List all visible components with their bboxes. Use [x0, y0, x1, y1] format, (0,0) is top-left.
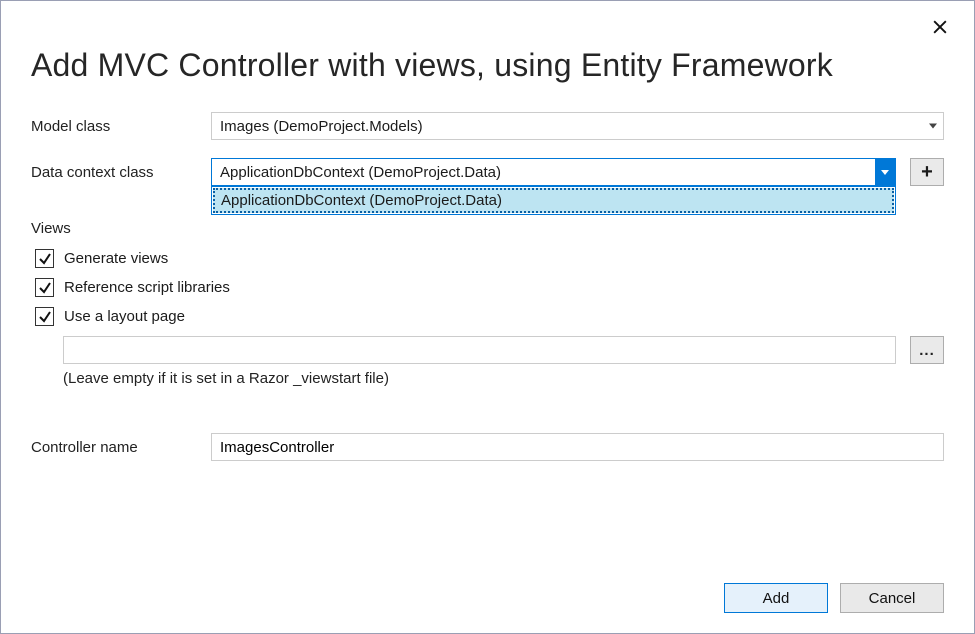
ellipsis-icon: ... — [919, 342, 935, 359]
cancel-button[interactable]: Cancel — [840, 583, 944, 613]
combo-dropdown-button[interactable] — [875, 159, 895, 185]
controller-name-row: Controller name — [31, 433, 944, 461]
generate-views-label: Generate views — [64, 250, 168, 267]
check-icon — [38, 281, 52, 295]
generate-views-checkbox[interactable] — [35, 249, 54, 268]
data-context-row: Data context class ApplicationDbContext … — [31, 158, 944, 186]
data-context-value: ApplicationDbContext (DemoProject.Data) — [220, 164, 887, 181]
chevron-down-icon — [929, 124, 937, 129]
add-button[interactable]: Add — [724, 583, 828, 613]
reference-script-libs-row: Reference script libraries — [35, 278, 944, 297]
reference-script-libs-label: Reference script libraries — [64, 279, 230, 296]
model-class-label: Model class — [31, 118, 211, 135]
model-class-row: Model class Images (DemoProject.Models) — [31, 112, 944, 140]
dialog-root: Add MVC Controller with views, using Ent… — [0, 0, 975, 634]
model-class-combo[interactable]: Images (DemoProject.Models) — [211, 112, 944, 140]
layout-page-input[interactable] — [63, 336, 896, 364]
use-layout-page-checkbox[interactable] — [35, 307, 54, 326]
browse-layout-button[interactable]: ... — [910, 336, 944, 364]
add-data-context-button[interactable]: + — [910, 158, 944, 186]
controller-name-input[interactable] — [211, 433, 944, 461]
cancel-button-label: Cancel — [869, 590, 916, 607]
data-context-dropdown: ApplicationDbContext (DemoProject.Data) — [211, 186, 896, 215]
data-context-option[interactable]: ApplicationDbContext (DemoProject.Data) — [213, 188, 894, 213]
use-layout-page-label: Use a layout page — [64, 308, 185, 325]
dialog-title: Add MVC Controller with views, using Ent… — [31, 47, 944, 84]
data-context-combo[interactable]: ApplicationDbContext (DemoProject.Data) — [211, 158, 896, 186]
layout-page-input-row: ... — [63, 336, 944, 364]
model-class-value: Images (DemoProject.Models) — [220, 118, 935, 135]
controller-name-label: Controller name — [31, 439, 211, 456]
layout-page-hint: (Leave empty if it is set in a Razor _vi… — [63, 370, 944, 387]
data-context-label: Data context class — [31, 164, 211, 181]
close-icon — [933, 20, 947, 34]
chevron-down-icon — [881, 170, 889, 175]
generate-views-row: Generate views — [35, 249, 944, 268]
plus-icon: + — [921, 161, 933, 184]
close-button[interactable] — [928, 15, 952, 39]
reference-script-libs-checkbox[interactable] — [35, 278, 54, 297]
add-button-label: Add — [763, 590, 790, 607]
use-layout-page-row: Use a layout page — [35, 307, 944, 326]
check-icon — [38, 310, 52, 324]
check-icon — [38, 252, 52, 266]
views-section-label: Views — [31, 220, 944, 237]
dialog-footer: Add Cancel — [724, 583, 944, 613]
